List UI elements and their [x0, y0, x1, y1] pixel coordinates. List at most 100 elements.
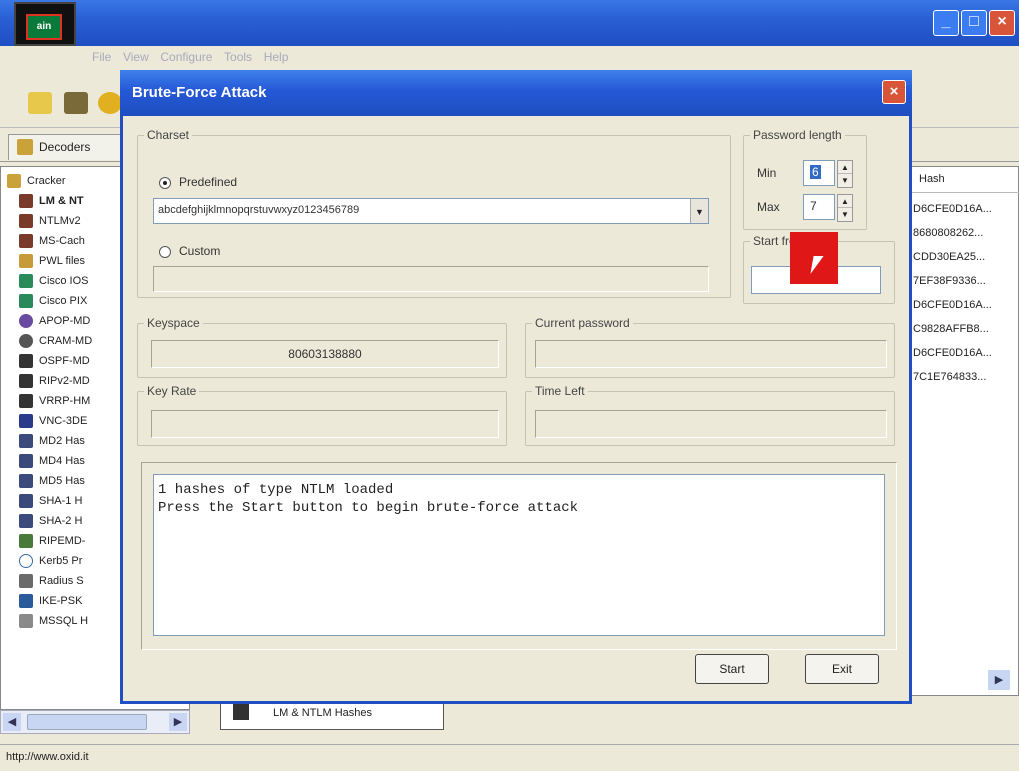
menu-help[interactable]: Help — [264, 50, 289, 64]
tree-item[interactable]: IKE-PSK — [19, 591, 82, 611]
hash-list: Hash D6CFE0D16A... 8680808262... CDD30EA… — [906, 166, 1019, 696]
dialog-title: Brute-Force Attack — [132, 84, 267, 101]
open-folder-icon[interactable] — [28, 92, 52, 114]
table-row[interactable]: 7EF38F9336... — [913, 271, 986, 291]
min-length-spinner[interactable]: ▲ ▼ — [837, 160, 853, 188]
ike-icon — [19, 594, 33, 608]
key-rate-field — [151, 410, 499, 438]
cisco-icon — [19, 274, 33, 288]
tree-item-label: SHA-2 H — [39, 515, 83, 527]
tree-item-label: MD2 Has — [39, 435, 85, 447]
cracker-icon — [7, 174, 21, 188]
min-length-value: 6 — [810, 165, 821, 179]
keyspace-legend: Keyspace — [147, 316, 200, 330]
main-title-bar: ain _ □ × — [0, 0, 1019, 46]
status-bar: http://www.oxid.it — [0, 744, 1019, 771]
tree-item[interactable]: Kerb5 Pr — [19, 551, 82, 571]
scroll-right-icon[interactable]: ▶ — [169, 713, 187, 731]
tree-item[interactable]: Cisco PIX — [19, 291, 87, 311]
max-length-input[interactable]: 7 — [803, 194, 835, 220]
pwl-icon — [19, 254, 33, 268]
tree-item[interactable]: MD4 Has — [19, 451, 85, 471]
tree-item-label: NTLMv2 — [39, 215, 81, 227]
hazard-icon[interactable] — [98, 92, 122, 114]
tree-horizontal-scrollbar[interactable]: ◀ ▶ — [0, 710, 190, 734]
tree-item-label: Cisco PIX — [39, 295, 88, 307]
md-icon — [19, 454, 33, 468]
chevron-down-icon[interactable]: ▼ — [690, 199, 708, 223]
table-row[interactable]: C9828AFFB8... — [913, 319, 989, 339]
clock-icon — [19, 554, 33, 568]
tree-item[interactable]: VNC-3DE — [19, 411, 87, 431]
radius-icon — [19, 574, 33, 588]
menu-configure[interactable]: Configure — [160, 50, 212, 64]
tree-item[interactable]: APOP-MD — [19, 311, 90, 331]
vnc-icon — [19, 414, 33, 428]
tree-item[interactable]: RIPv2-MD — [19, 371, 90, 391]
table-row[interactable]: D6CFE0D16A... — [913, 343, 992, 363]
menu-tools[interactable]: Tools — [224, 50, 252, 64]
hash-column-header[interactable]: Hash — [911, 173, 1019, 193]
charset-combo[interactable]: abcdefghijklmnopqrstuvwxyz0123456789 ▼ — [153, 198, 709, 224]
tree-item-label: Cisco IOS — [39, 275, 89, 287]
min-length-input[interactable]: 6 — [803, 160, 835, 186]
tree-item[interactable]: NTLMv2 — [19, 211, 81, 231]
time-left-field — [535, 410, 887, 438]
table-row[interactable]: D6CFE0D16A... — [913, 295, 992, 315]
dialog-title-bar[interactable]: Brute-Force Attack × — [120, 70, 912, 116]
tree-item[interactable]: PWL files — [19, 251, 85, 271]
custom-label: Custom — [179, 244, 221, 258]
tree-item[interactable]: LM & NT — [19, 191, 84, 211]
tree-item-label: CRAM-MD — [39, 335, 93, 347]
current-password-field — [535, 340, 887, 368]
time-left-legend: Time Left — [535, 384, 585, 398]
tree-item[interactable]: RIPEMD- — [19, 531, 85, 551]
maximize-button[interactable]: □ — [961, 10, 987, 36]
brute-force-dialog: Brute-Force Attack × Charset Predefined … — [120, 70, 912, 704]
ripemd-icon — [19, 534, 33, 548]
tree-item-label: MD4 Has — [39, 455, 85, 467]
tree-item[interactable]: SHA-2 H — [19, 511, 82, 531]
tree-item[interactable]: Radius S — [19, 571, 84, 591]
scroll-thumb[interactable] — [27, 714, 147, 730]
table-row[interactable]: 8680808262... — [913, 223, 983, 243]
tree-item-label: RIPv2-MD — [39, 375, 90, 387]
mssql-icon — [19, 614, 33, 628]
cross-arrows-icon — [19, 374, 33, 388]
menu-file[interactable]: File — [92, 50, 111, 64]
predefined-radio[interactable] — [159, 177, 171, 189]
max-length-spinner[interactable]: ▲ ▼ — [837, 194, 853, 222]
tree-item[interactable]: MD5 Has — [19, 471, 85, 491]
tree-item-label: Radius S — [39, 575, 84, 587]
password-length-legend: Password length — [753, 128, 842, 142]
dialog-close-button[interactable]: × — [882, 80, 906, 104]
tree-item[interactable]: MD2 Has — [19, 431, 85, 451]
tree-item[interactable]: OSPF-MD — [19, 351, 90, 371]
custom-radio[interactable] — [159, 246, 171, 258]
tree-root-cracker[interactable]: Cracker — [7, 171, 66, 191]
scroll-left-icon[interactable]: ◀ — [3, 713, 21, 731]
table-row[interactable]: CDD30EA25... — [913, 247, 985, 267]
tree-item[interactable]: CRAM-MD — [19, 331, 92, 351]
custom-charset-field[interactable] — [153, 266, 709, 292]
scroll-right-icon[interactable]: ▶ — [988, 670, 1010, 690]
user-icon — [19, 214, 33, 228]
cram-icon — [19, 334, 33, 348]
exit-button[interactable]: Exit — [805, 654, 879, 684]
table-row[interactable]: D6CFE0D16A... — [913, 199, 992, 219]
sniffer-icon[interactable] — [64, 92, 88, 114]
tab-decoders[interactable]: Decoders — [8, 134, 126, 160]
tree-item[interactable]: Cisco IOS — [19, 271, 89, 291]
max-label: Max — [757, 200, 780, 214]
menu-view[interactable]: View — [123, 50, 149, 64]
tree-item-label: MS-Cach — [39, 235, 85, 247]
tree-item-label: VNC-3DE — [39, 415, 88, 427]
minimize-button[interactable]: _ — [933, 10, 959, 36]
close-button[interactable]: × — [989, 10, 1015, 36]
tree-item[interactable]: SHA-1 H — [19, 491, 82, 511]
start-button[interactable]: Start — [695, 654, 769, 684]
table-row[interactable]: 7C1E764833... — [913, 367, 986, 387]
tree-item[interactable]: MSSQL H — [19, 611, 88, 631]
tree-item[interactable]: VRRP-HM — [19, 391, 90, 411]
tree-item[interactable]: MS-Cach — [19, 231, 85, 251]
